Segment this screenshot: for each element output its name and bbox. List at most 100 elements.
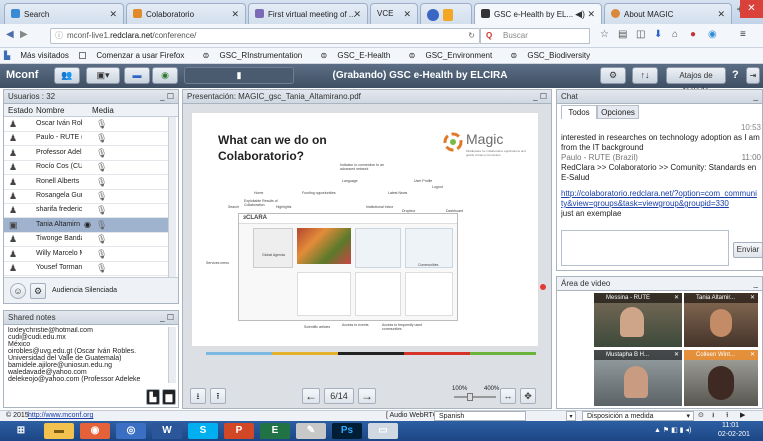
bookmark-most-visited[interactable]: Más visitados	[20, 51, 68, 60]
chat-tab-options[interactable]: Opciones	[597, 105, 639, 119]
close-icon[interactable]: ✕	[403, 9, 411, 20]
chevron-down-icon[interactable]: ▾	[566, 411, 576, 421]
close-icon[interactable]: ✕	[674, 350, 679, 360]
panel-controls[interactable]: _ ☐	[533, 90, 547, 103]
recording-button[interactable]: ▮	[184, 67, 294, 84]
settings-button[interactable]: ⚙	[600, 67, 626, 84]
remote-desktop-icon[interactable]: ▭	[368, 423, 398, 439]
zoom-slider-handle[interactable]	[466, 393, 473, 401]
notes-export-button[interactable]: ▙	[146, 389, 160, 405]
tab-first-virtual-meeting[interactable]: First virtual meeting of ... ✕	[248, 3, 368, 24]
bookmark-gsc-biodiversity[interactable]: ⊜ GSC_Biodiversity	[510, 51, 598, 60]
tab-about-magic[interactable]: About MAGIC ✕	[604, 3, 732, 24]
notes-save-button[interactable]: ▆	[162, 389, 176, 405]
chat-tab-all[interactable]: Todos	[561, 105, 597, 119]
layout-select[interactable]: Disposición a medida ▾	[582, 411, 694, 421]
download-presentation-button[interactable]: ⭱	[210, 388, 226, 404]
user-row[interactable]: ♟ Ronell Alberts 🎙	[4, 175, 176, 190]
fit-width-button[interactable]: ↔	[500, 388, 516, 404]
chat-link[interactable]: http://colaboratorio.redclara.net/?optio…	[561, 189, 757, 208]
panel-controls[interactable]: _	[754, 90, 758, 103]
panel-controls[interactable]: _	[754, 277, 758, 290]
raise-hand-button[interactable]: ↑↓	[632, 67, 658, 84]
user-row[interactable]: ♟ sharifa frederic 🎙	[4, 203, 176, 219]
powerpoint-icon[interactable]: P	[224, 423, 254, 439]
window-close-icon[interactable]: ✕	[740, 0, 763, 18]
video-tile-4[interactable]: Colleen Wint... ✕	[684, 350, 758, 406]
users-scrollbar[interactable]	[168, 117, 176, 277]
video-tile-1[interactable]: Messina - RUTE ✕	[594, 293, 682, 347]
shared-notes-text[interactable]: loxleychristie@hotmail.com cudi@cudi.edu.…	[8, 327, 166, 383]
bookmark-gsc-rinstrumentation[interactable]: ⊜ GSC_RInstrumentation	[203, 51, 311, 60]
language-select[interactable]: Spanish	[434, 411, 526, 421]
user-row[interactable]: ▣ Tania Altamirn 🎙 ◉	[4, 217, 176, 233]
browser-icon[interactable]: ◎	[116, 423, 146, 439]
close-icon[interactable]: ✕	[750, 350, 755, 360]
forward-icon[interactable]: ▶	[20, 29, 28, 40]
chat-input[interactable]	[561, 230, 729, 266]
reading-list-icon[interactable]: ▤	[618, 29, 627, 40]
user-row[interactable]: ♟ Yousef Torman 🎙	[4, 261, 176, 276]
minimize-icon[interactable]	[714, 0, 738, 18]
skype-icon[interactable]: S	[188, 423, 218, 439]
download-icon[interactable]: ⬇	[654, 29, 662, 40]
search-input[interactable]: Q Buscar	[480, 28, 590, 44]
panel-controls[interactable]: _ ☐	[160, 311, 174, 324]
send-button[interactable]: Enviar	[733, 242, 763, 258]
bookmark-gsc-environment[interactable]: ⊜ GSC_Environment	[409, 51, 501, 60]
panel-controls[interactable]: _ ☐	[160, 90, 174, 103]
word-icon[interactable]: W	[152, 423, 182, 439]
layout-settings-icon[interactable]: ⊙	[698, 411, 704, 421]
system-tray-icons[interactable]: ▲ ⚑ ◧ ▮ ◂)	[654, 426, 691, 434]
logout-button[interactable]: ⇥	[746, 67, 760, 84]
firefox-icon[interactable]: ◉	[80, 423, 110, 439]
back-icon[interactable]: ◀	[6, 29, 14, 40]
photoshop-icon[interactable]: Ps	[332, 423, 362, 439]
user-row[interactable]: ♟ Tiwonge Banda 🎙	[4, 232, 176, 248]
emoji-status-button[interactable]: ☺	[10, 283, 26, 299]
home-icon[interactable]: ⌂	[672, 29, 678, 40]
move-button[interactable]: ✥	[520, 388, 536, 404]
user-row[interactable]: ♟ Professor Adel 🎙	[4, 146, 176, 161]
windows-start-icon[interactable]: ⊞	[4, 423, 38, 439]
close-icon[interactable]: ✕	[109, 9, 117, 20]
address-bar[interactable]: ⓘ mconf-live1.redclara.net/conference/ ↻	[50, 28, 480, 44]
close-icon[interactable]: ✕	[674, 293, 679, 303]
keyboard-shortcuts-button[interactable]: Atajos de teclado	[666, 67, 726, 95]
tab-search[interactable]: Search ✕	[4, 3, 124, 24]
user-row[interactable]: ♟ Willy Marcelo M 🎙	[4, 247, 176, 262]
file-explorer-icon[interactable]: ▬	[44, 423, 74, 439]
screen-share-button[interactable]: ▬	[124, 67, 150, 84]
excel-icon[interactable]: E	[260, 423, 290, 439]
bookmark-gsc-ehealth[interactable]: ⊜ GSC_E-Health	[320, 51, 398, 60]
pocket-icon[interactable]: ◫	[636, 29, 645, 40]
bookmark-star-icon[interactable]: ☆	[600, 29, 609, 40]
close-icon[interactable]: ✕	[231, 9, 239, 20]
bookmark-getting-started[interactable]: Comenzar a usar Firefox	[79, 51, 192, 60]
close-icon[interactable]: ✕	[750, 293, 755, 303]
page-indicator[interactable]: 6/14	[324, 388, 354, 404]
layout-apply-icon[interactable]: ▶	[740, 411, 745, 421]
user-settings-button[interactable]: ⚙	[30, 283, 46, 299]
reload-icon[interactable]: ↻	[468, 29, 475, 43]
notes-scrollbar[interactable]	[168, 327, 176, 383]
layout-upload-icon[interactable]: ⭱	[726, 411, 728, 421]
presentation-slide[interactable]: What can we do on Colaboratorio? Magic M…	[191, 112, 539, 347]
addon-icon[interactable]: ●	[690, 29, 696, 40]
help-button[interactable]: ?	[732, 69, 739, 81]
video-tile-3[interactable]: Mustapha B H... ✕	[594, 350, 682, 406]
zoom-slider[interactable]	[454, 393, 496, 401]
close-icon[interactable]: ✕	[353, 9, 361, 20]
sync-icon[interactable]: ◉	[708, 29, 717, 40]
user-row[interactable]: ♟ Oscar Iván Rob 🎙	[4, 117, 176, 132]
tab-vce[interactable]: VCE ✕	[370, 3, 418, 24]
column-nombre[interactable]: Nombre	[36, 106, 64, 115]
user-row[interactable]: ♟ Rocío Cos (CUD 🎙	[4, 160, 176, 176]
tab-colaboratorio[interactable]: Colaboratorio ✕	[126, 3, 246, 24]
layout-button[interactable]: ▣▾	[86, 67, 120, 84]
close-icon[interactable]: ✕	[587, 9, 595, 20]
next-slide-button[interactable]: →	[358, 388, 376, 404]
menu-icon[interactable]: ≡	[740, 29, 746, 40]
user-row[interactable]: ♟ Rosangela Gun 🎙	[4, 189, 176, 204]
tab-gsc-ehealth[interactable]: GSC e-Health by EL... ◀) ✕	[474, 3, 602, 25]
